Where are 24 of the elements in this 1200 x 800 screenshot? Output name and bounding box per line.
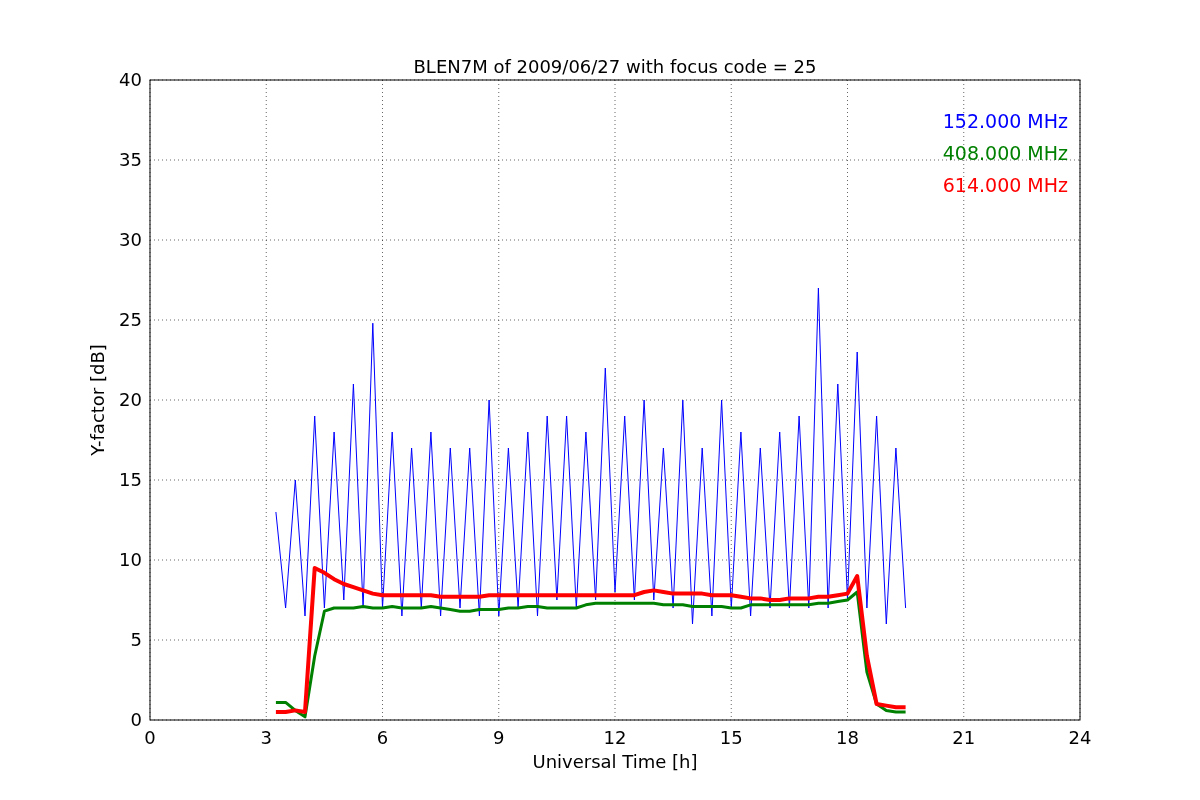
- tick-label: 18: [836, 727, 859, 748]
- chart-title: BLEN7M of 2009/06/27 with focus code = 25: [413, 56, 817, 77]
- tick-label: 0: [144, 727, 156, 748]
- legend-text: 614.000 MHz: [942, 174, 1068, 196]
- tick-label: 25: [119, 309, 142, 330]
- tick-label: 20: [119, 389, 142, 410]
- tick-label: 35: [119, 149, 142, 170]
- axis-label: Universal Time [h]: [532, 751, 698, 772]
- tick-label: 5: [130, 629, 142, 650]
- tick-label: 9: [493, 727, 505, 748]
- tick-label: 10: [119, 549, 142, 570]
- legend-text: 408.000 MHz: [942, 142, 1068, 164]
- tick-label: 15: [119, 469, 142, 490]
- tick-label: 30: [119, 229, 142, 250]
- tick-label: 15: [719, 727, 743, 748]
- tick-label: 6: [376, 727, 389, 748]
- tick-label: 0: [130, 709, 142, 730]
- tick-label: 12: [603, 727, 627, 748]
- tick-label: 3: [260, 727, 272, 748]
- legend-text: 152.000 MHz: [942, 110, 1068, 132]
- axis-label: Y-factor [dB]: [87, 344, 108, 456]
- tick-label: 21: [952, 727, 976, 748]
- tick-label: 40: [119, 69, 142, 90]
- tick-label: 24: [1068, 727, 1092, 748]
